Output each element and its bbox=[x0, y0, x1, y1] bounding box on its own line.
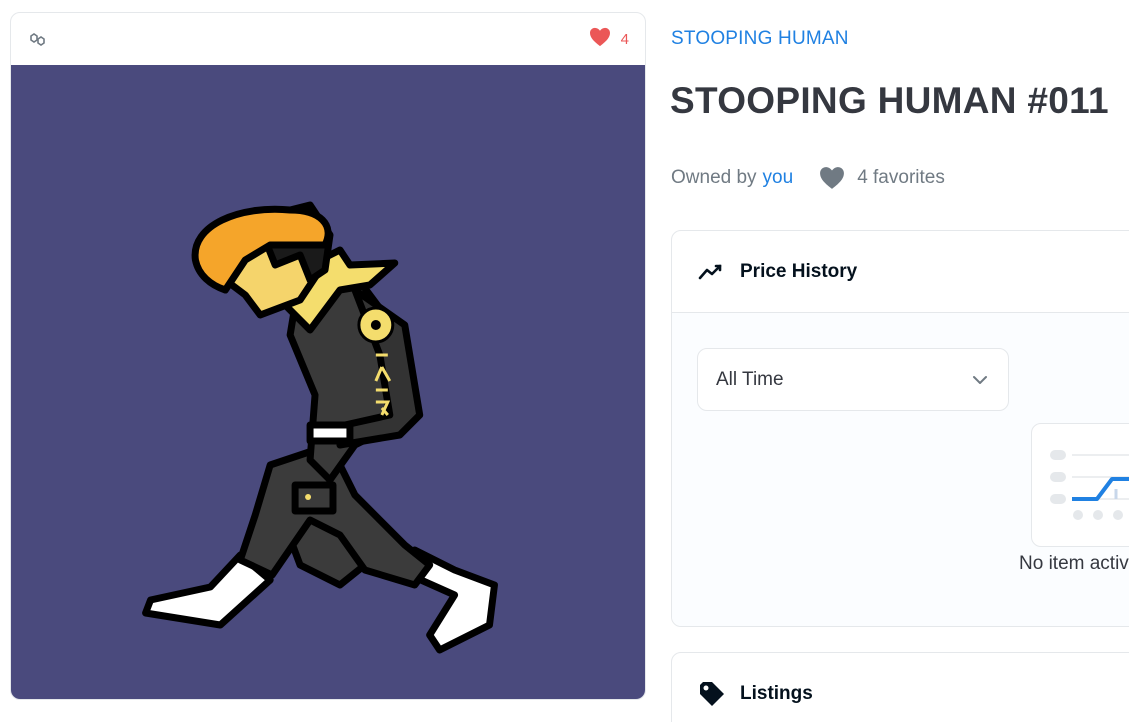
heart-icon bbox=[820, 167, 845, 189]
owner-row: Owned by you 4 favorites bbox=[671, 166, 945, 190]
owned-by-label: Owned by bbox=[671, 167, 757, 188]
collection-link[interactable]: STOOPING HUMAN bbox=[671, 28, 849, 50]
price-history-title: Price History bbox=[740, 260, 858, 282]
asset-page: 4 STOOPING HUMAN STOOPING HUMAN #011 Own… bbox=[0, 0, 1129, 722]
asset-card-header: 4 bbox=[11, 13, 645, 65]
page-title: STOOPING HUMAN #011 bbox=[670, 80, 1109, 121]
favorite-toggle[interactable]: 4 bbox=[589, 27, 629, 52]
tag-icon bbox=[698, 682, 728, 706]
asset-image[interactable] bbox=[11, 65, 645, 699]
empty-state-text: No item activity yet bbox=[1019, 553, 1129, 574]
favorites-count-text: 4 favorites bbox=[857, 167, 945, 188]
price-history-header[interactable]: Price History bbox=[672, 231, 1129, 313]
heart-icon[interactable] bbox=[589, 27, 611, 52]
time-range-value: All Time bbox=[716, 368, 784, 390]
trend-line-icon bbox=[698, 260, 728, 284]
chevron-down-icon bbox=[972, 369, 988, 391]
price-history-body: All Time No item activ bbox=[672, 313, 1129, 626]
listings-header[interactable]: Listings bbox=[672, 653, 1129, 722]
asset-card: 4 bbox=[10, 12, 646, 700]
price-history-panel: Price History All Time No item activ bbox=[671, 230, 1129, 627]
owner-link[interactable]: you bbox=[763, 167, 794, 189]
favorite-count: 4 bbox=[620, 30, 629, 48]
time-range-select[interactable]: All Time bbox=[697, 348, 1009, 411]
listings-panel: Listings bbox=[671, 652, 1129, 722]
empty-chart-illustration bbox=[1031, 423, 1129, 547]
listings-title: Listings bbox=[740, 683, 813, 704]
polygon-chain-icon[interactable] bbox=[27, 28, 49, 50]
favorites-info: 4 favorites bbox=[819, 166, 945, 190]
